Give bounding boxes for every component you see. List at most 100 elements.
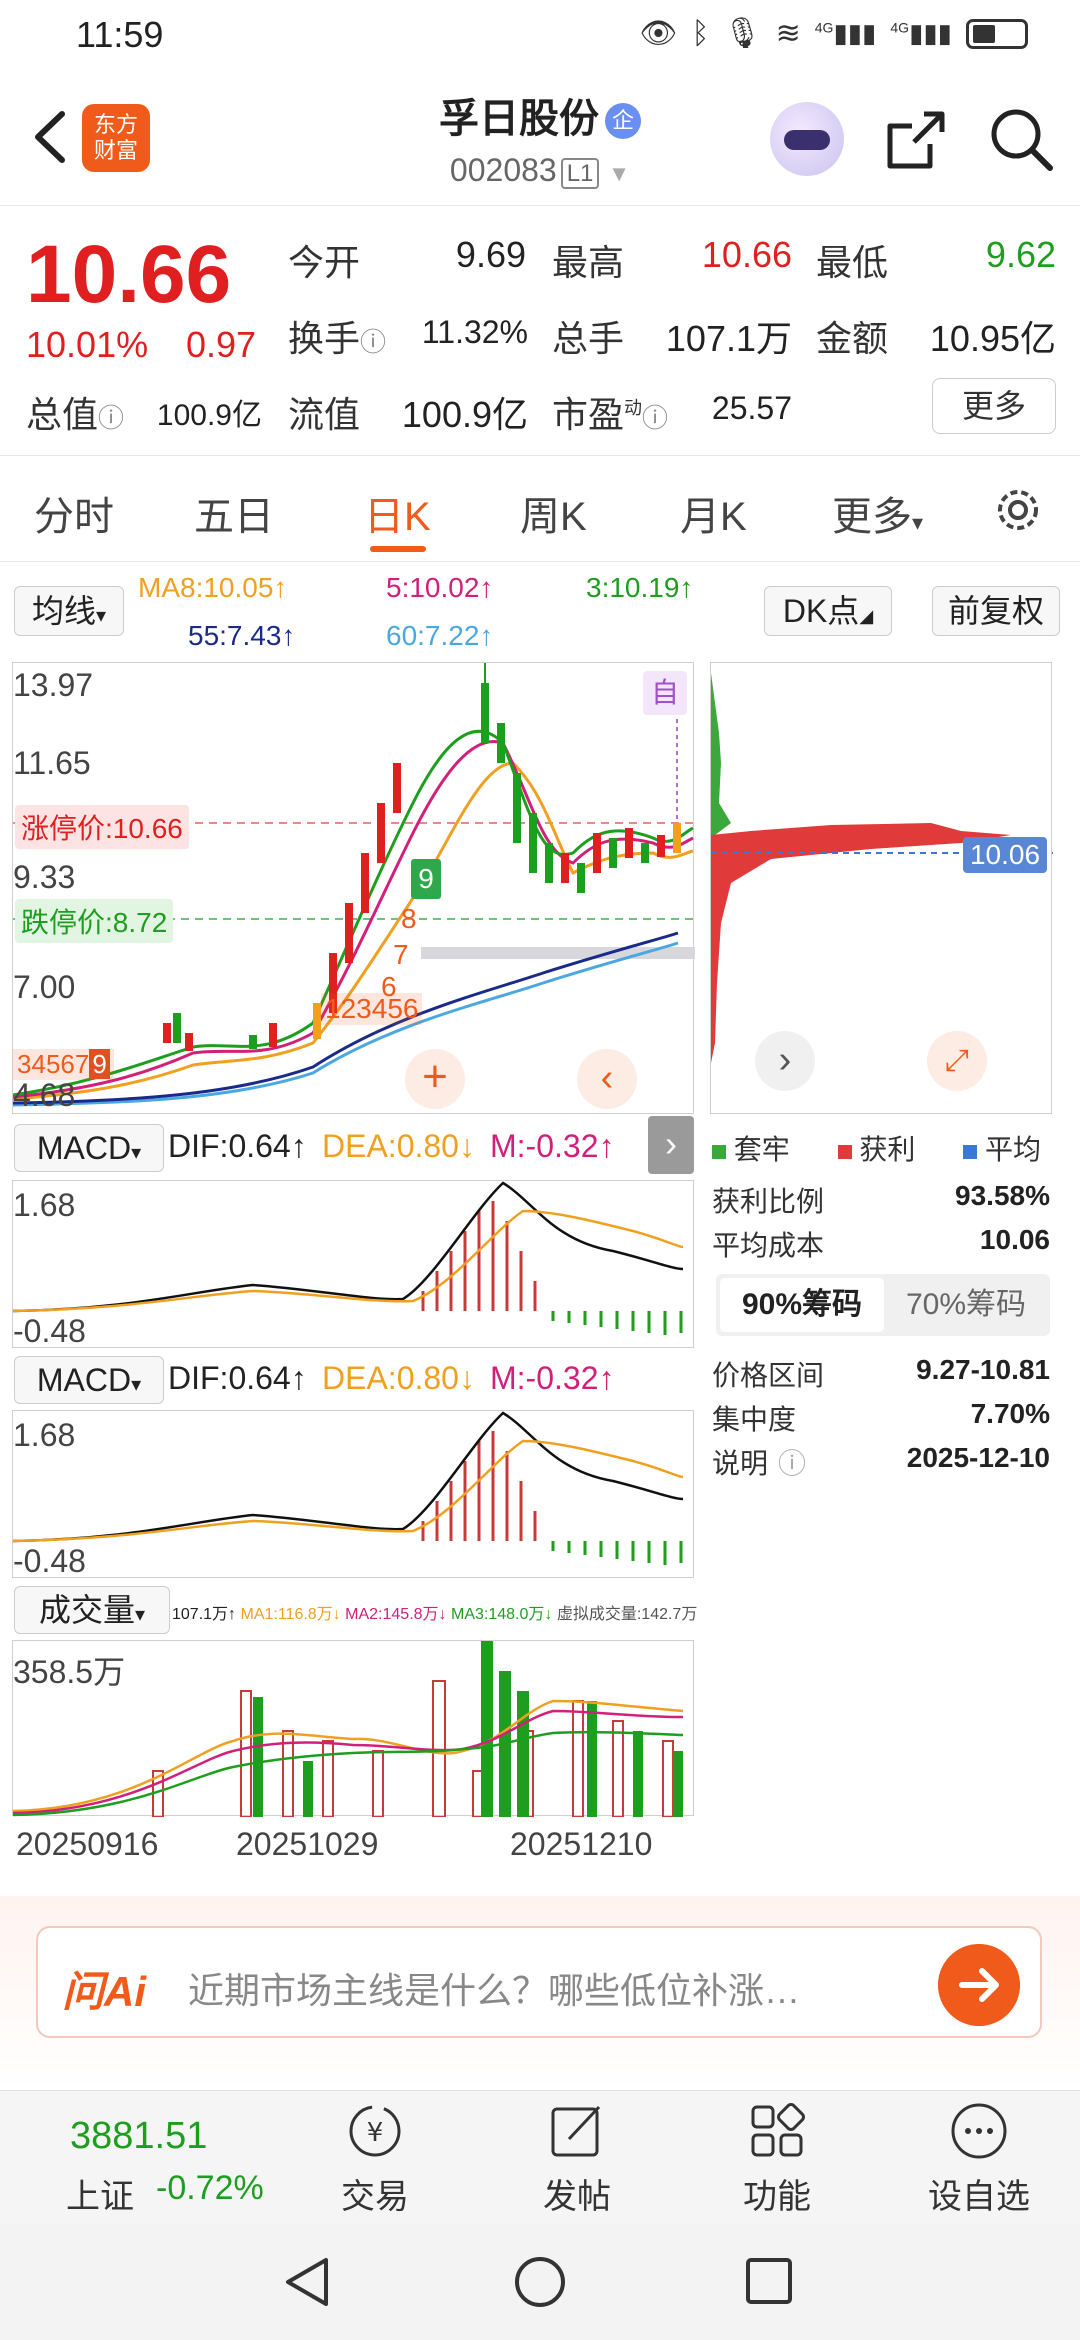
caret-down-icon: ▾ bbox=[95, 605, 107, 627]
more-quote-button[interactable]: 更多 bbox=[932, 378, 1056, 434]
ai-assistant-avatar[interactable] bbox=[770, 102, 844, 176]
turnover-label: 换手ⓘ bbox=[288, 318, 387, 359]
chevron-right-icon[interactable]: › bbox=[755, 1031, 815, 1091]
enterprise-badge: 企 bbox=[605, 103, 641, 140]
status-bar: 11:59 👁 ᛒ 🎙 ≋ 4G▮▮▮ 4G▮▮▮ bbox=[0, 0, 1080, 72]
macd-chart-2[interactable]: 1.68 -0.48 bbox=[12, 1410, 694, 1579]
ma5-label: 5:10.02↑ bbox=[386, 572, 494, 603]
nav-post[interactable]: 发帖 bbox=[512, 2101, 642, 2218]
macd-y-bottom: -0.48 bbox=[13, 1313, 86, 1349]
profit-ratio-label: 获利比例 bbox=[712, 1186, 825, 1217]
gear-icon[interactable] bbox=[990, 482, 1046, 538]
ma8-label: MA8:10.05↑ bbox=[138, 572, 288, 603]
mktcap-value: 100.9亿 bbox=[156, 399, 262, 432]
share-icon[interactable] bbox=[884, 108, 948, 172]
kline-chart[interactable]: 13.97 11.65 9.33 7.00 4.68 涨停价:10.66 跌停价… bbox=[12, 662, 695, 1114]
chip-90-tab[interactable]: 90%筹码 bbox=[720, 1278, 884, 1332]
expand-icon[interactable]: ⤢ bbox=[927, 1031, 987, 1091]
last-price: 10.66 bbox=[26, 229, 232, 320]
chip-distribution-chart: 10.06 › ⤢ bbox=[710, 662, 1053, 1114]
macd2-y-bottom: -0.48 bbox=[13, 1543, 86, 1579]
volume-chart[interactable]: 358.5万 bbox=[12, 1640, 694, 1818]
low-label: 最低 bbox=[816, 242, 889, 283]
tab-more[interactable]: 更多▾ bbox=[832, 484, 923, 542]
caret-down-icon: ▾ bbox=[134, 1604, 146, 1626]
low-value: 9.62 bbox=[985, 234, 1056, 275]
open-label: 今开 bbox=[288, 242, 361, 283]
adjust-button[interactable]: 前复权 bbox=[932, 586, 1060, 636]
count-mark-8: 8 bbox=[401, 903, 417, 934]
self-select-tag[interactable]: 自 bbox=[643, 671, 687, 715]
note-value: 2025-12-10 bbox=[906, 1442, 1050, 1473]
ai-input-placeholder[interactable]: 近期市场主线是什么？哪些低位补涨… bbox=[188, 1962, 800, 2014]
macd2-m: M:-0.32↑ bbox=[490, 1360, 615, 1396]
count-mark-9: 9 bbox=[411, 859, 441, 899]
float-value: 100.9亿 bbox=[401, 394, 528, 435]
high-label: 最高 bbox=[552, 242, 625, 283]
nav-functions[interactable]: 功能 bbox=[712, 2101, 842, 2218]
volume-selector[interactable]: 成交量▾ bbox=[14, 1586, 170, 1634]
note-label: 说明 ⓘ bbox=[712, 1448, 807, 1479]
info-icon[interactable]: ⓘ bbox=[778, 1448, 806, 1479]
tab-intraday[interactable]: 分时 bbox=[34, 484, 114, 542]
macd-m: M:-0.32↑ bbox=[490, 1128, 615, 1164]
crosshair-icon[interactable]: + bbox=[405, 1049, 465, 1109]
avg-cost-label: 平均成本 bbox=[712, 1230, 825, 1261]
high-value: 10.66 bbox=[701, 234, 792, 275]
macd2-dea: DEA:0.80↓ bbox=[322, 1360, 475, 1396]
price-range-label: 价格区间 bbox=[712, 1360, 825, 1391]
nav-trade[interactable]: ¥ 交易 bbox=[310, 2101, 440, 2218]
macd2-dif: DIF:0.64↑ bbox=[168, 1360, 307, 1396]
change-amount: 0.97 bbox=[186, 324, 257, 365]
pe-value: 25.57 bbox=[711, 390, 792, 426]
price-range-value: 9.27-10.81 bbox=[916, 1354, 1050, 1385]
date-label-1: 20251029 bbox=[236, 1826, 379, 1862]
tab-weekly-k[interactable]: 周K bbox=[520, 484, 587, 542]
count-mark-7: 7 bbox=[393, 939, 409, 970]
system-recents-icon[interactable] bbox=[744, 2256, 794, 2306]
nav-add-watchlist[interactable]: 设自选 bbox=[914, 2101, 1044, 2218]
macd-selector-2[interactable]: MACD▾ bbox=[14, 1356, 164, 1404]
tab-daily-k[interactable]: 日K bbox=[364, 484, 431, 542]
kline-y-label-4: 4.68 bbox=[13, 1077, 76, 1113]
mktcap-label: 总值ⓘ bbox=[26, 394, 125, 435]
chip-70-tab[interactable]: 70%筹码 bbox=[886, 1278, 1046, 1332]
chevron-left-icon[interactable]: ‹ bbox=[577, 1049, 637, 1109]
profit-legend-swatch bbox=[837, 1145, 852, 1159]
concentration-label: 集中度 bbox=[712, 1404, 797, 1435]
macd-chart[interactable]: 1.68 -0.48 bbox=[12, 1180, 694, 1349]
svg-text:¥: ¥ bbox=[367, 2118, 384, 2148]
macd-canvas bbox=[12, 1181, 684, 1335]
info-icon[interactable]: ⓘ bbox=[98, 403, 124, 433]
tab-five-day[interactable]: 五日 bbox=[194, 484, 274, 542]
mic-icon: 🎙 bbox=[723, 17, 762, 50]
info-icon[interactable]: ⓘ bbox=[642, 403, 668, 433]
quote-panel: 10.66 10.01% 0.97 今开 9.69 最高 10.66 最低 9.… bbox=[0, 206, 1080, 456]
volume-y-top: 358.5万 bbox=[13, 1654, 126, 1690]
eye-icon: 👁 bbox=[639, 17, 678, 50]
caret-down-icon: ▾ bbox=[131, 1142, 142, 1164]
average-legend-swatch bbox=[963, 1145, 978, 1159]
ma3-label: 3:10.19↑ bbox=[586, 572, 694, 603]
active-tab-indicator bbox=[370, 546, 426, 552]
system-back-icon[interactable] bbox=[282, 2254, 334, 2310]
chevron-down-icon: ▼ bbox=[608, 161, 631, 186]
float-label: 流值 bbox=[288, 394, 361, 435]
chevron-right-icon[interactable]: › bbox=[648, 1116, 694, 1174]
turnover-value: 11.32% bbox=[421, 314, 528, 350]
battery-icon bbox=[966, 18, 1028, 49]
arrow-right-icon[interactable] bbox=[938, 1944, 1020, 2026]
index-change: -0.72% bbox=[156, 2169, 264, 2207]
info-icon[interactable]: ⓘ bbox=[360, 327, 386, 357]
avg-cost-tag: 10.06 bbox=[963, 837, 1047, 873]
ma-selector[interactable]: 均线▾ bbox=[14, 586, 124, 636]
macd-selector[interactable]: MACD▾ bbox=[14, 1124, 164, 1172]
tab-monthly-k[interactable]: 月K bbox=[680, 484, 747, 542]
kline-y-label-3: 7.00 bbox=[13, 969, 76, 1005]
caret-down-icon: ◢ bbox=[859, 606, 874, 626]
dk-point-button[interactable]: DK点◢ bbox=[764, 586, 892, 636]
grid-icon bbox=[751, 2103, 805, 2157]
system-home-icon[interactable] bbox=[512, 2254, 568, 2310]
ai-question-bar[interactable]: 问Ai 近期市场主线是什么？哪些低位补涨… bbox=[36, 1926, 1042, 2038]
search-icon[interactable] bbox=[988, 106, 1054, 172]
